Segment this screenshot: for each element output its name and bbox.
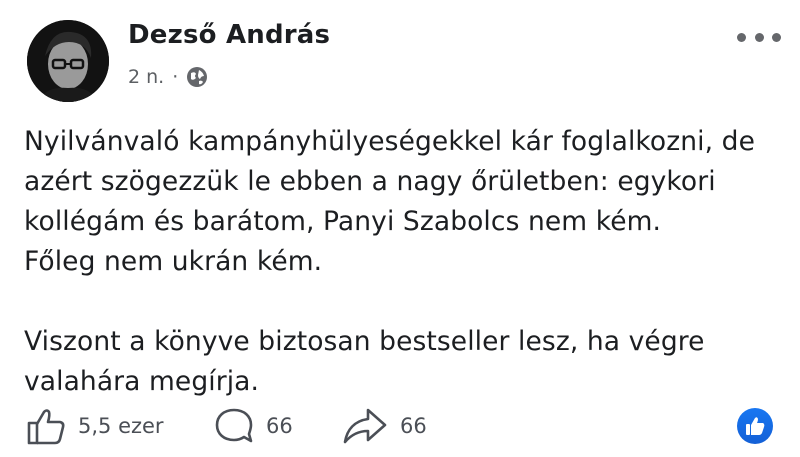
comment-count: 66 — [266, 414, 293, 438]
post-line: Főleg nem ukrán kém. — [24, 246, 323, 277]
share-button[interactable]: 66 — [342, 406, 427, 446]
author-name[interactable]: Dezső András — [128, 20, 330, 50]
post-line: azért szögezzük le ebben a nagy őrületbe… — [24, 166, 716, 197]
thumbs-up-icon — [746, 417, 765, 435]
comment-icon — [215, 408, 253, 443]
post-line: Viszont a könyve biztosan bestseller les… — [24, 326, 705, 357]
globe-icon — [186, 66, 208, 88]
post-line: valahára megírja. — [24, 366, 260, 397]
share-count: 66 — [400, 414, 427, 438]
like-button[interactable]: 5,5 ezer — [26, 406, 164, 446]
like-reaction-icon[interactable] — [737, 408, 773, 444]
share-arrow-icon — [343, 408, 387, 444]
post-line: Nyilvánvaló kampányhülyeségekkel kár fog… — [24, 126, 755, 157]
more-options-icon[interactable] — [737, 30, 781, 44]
post-header: Dezső András 2 n. · — [0, 0, 800, 110]
post-text: Nyilvánvaló kampányhülyeségekkel kár fog… — [24, 122, 784, 402]
avatar-portrait — [27, 20, 109, 102]
post-meta: 2 n. · — [128, 66, 208, 88]
dot-icon — [737, 32, 746, 42]
post-timestamp[interactable]: 2 n. — [128, 66, 164, 88]
comment-button[interactable]: 66 — [214, 406, 293, 446]
dot-icon — [772, 32, 781, 42]
post-line: kollégám és barátom, Panyi Szabolcs nem … — [24, 206, 662, 237]
thumbs-up-icon — [27, 409, 65, 445]
post-actions: 5,5 ezer 66 66 — [0, 400, 800, 452]
like-count: 5,5 ezer — [78, 414, 164, 438]
meta-separator: · — [172, 66, 179, 88]
dot-icon — [754, 32, 764, 42]
avatar[interactable] — [27, 20, 109, 102]
